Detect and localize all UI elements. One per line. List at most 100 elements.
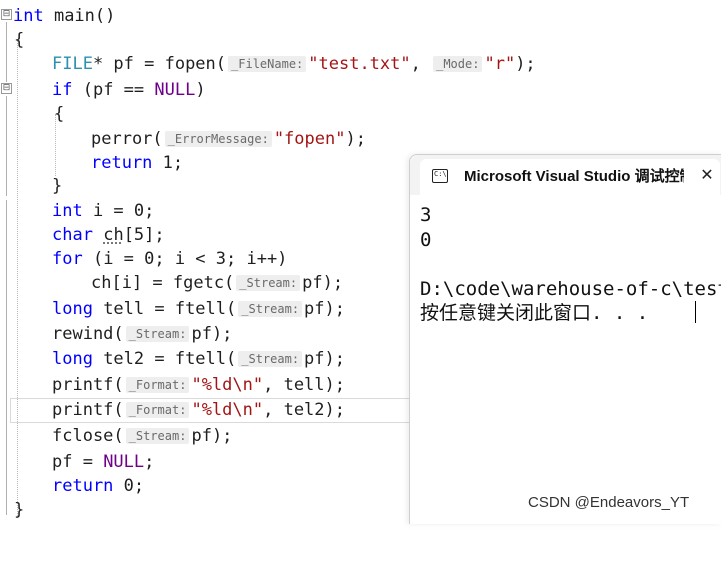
keyword: long (52, 299, 93, 319)
code-text: 1; (152, 153, 184, 173)
terminal-icon: C:\ (432, 169, 448, 183)
code-text: fclose( (52, 426, 124, 446)
code-line[interactable]: rewind(_Stream: pf); (0, 322, 232, 346)
code-text: (pf == (72, 80, 155, 100)
code-text: perror( (91, 129, 163, 149)
console-tab[interactable]: C:\ Microsoft Visual Studio 调试控制台 ✕ (420, 159, 720, 195)
code-text: } (52, 176, 63, 196)
code-line[interactable]: } (0, 174, 62, 198)
code-line[interactable]: if (pf == NULL) (0, 78, 206, 102)
code-text: ch[i] = fgetc( (91, 273, 235, 293)
code-text: ); (515, 54, 536, 74)
code-text: , (410, 54, 432, 74)
code-line[interactable]: for (i = 0; i < 3; i++) (0, 247, 287, 271)
keyword: return (91, 153, 153, 173)
code-text: , tell); (263, 375, 345, 395)
code-text: main() (43, 6, 116, 26)
code-text: printf( (52, 375, 124, 395)
string-literal: "%ld\n" (191, 375, 264, 395)
code-text: pf (304, 349, 325, 369)
parameter-hint: _Format: (125, 402, 190, 418)
code-text: 0; (113, 476, 145, 496)
code-text: } (14, 500, 25, 520)
code-text: printf( (52, 400, 124, 420)
code-text: ); (324, 299, 346, 319)
code-text: pf = (52, 452, 104, 472)
code-text: ch (103, 225, 124, 245)
code-line[interactable]: pf = NULL; (0, 450, 154, 474)
code-text: (i = 0; i < 3; i++) (82, 249, 288, 269)
string-literal: "%ld\n" (191, 400, 264, 420)
code-line[interactable]: } (0, 498, 41, 522)
code-line[interactable]: { (0, 28, 41, 52)
code-text: , tel2); (263, 400, 345, 420)
string-literal: "r" (484, 54, 516, 74)
keyword: long (52, 349, 93, 369)
code-line[interactable]: FILE* pf = fopen(_FileName: "test.txt", _… (0, 52, 536, 76)
console-output-line: 0 (420, 229, 432, 251)
macro-name: NULL (154, 80, 196, 100)
code-line[interactable]: int main() (0, 4, 115, 28)
code-text: tel2 = ftell( (92, 349, 237, 369)
close-icon[interactable]: ✕ (697, 165, 717, 185)
code-line[interactable]: ch[i] = fgetc(_Stream: pf); (0, 271, 343, 295)
watermark: CSDN @Endeavors_YT (528, 494, 690, 511)
parameter-hint: _Stream: (238, 301, 303, 317)
console-output-line: 3 (420, 204, 432, 226)
code-line[interactable]: return 0; (0, 474, 144, 498)
keyword: int (52, 201, 83, 221)
code-text: [5]; (123, 225, 165, 245)
macro-name: NULL (103, 452, 145, 472)
keyword: return (52, 476, 114, 496)
debug-console-window[interactable]: C:\ Microsoft Visual Studio 调试控制台 ✕ 3 0 … (409, 154, 721, 524)
keyword: int (13, 6, 44, 26)
code-text: pf (302, 273, 323, 293)
code-line[interactable]: char ch[5]; (0, 223, 165, 247)
code-text: rewind( (52, 324, 124, 344)
code-text: ); (211, 426, 233, 446)
console-output-line: D:\code\warehouse-of-c\test (420, 278, 721, 300)
code-text: pf (304, 299, 325, 319)
code-text: tell = ftell( (92, 299, 237, 319)
text-cursor (695, 301, 696, 323)
code-line[interactable]: printf(_Format: "%ld\n", tell); (0, 373, 345, 397)
code-line[interactable]: printf(_Format: "%ld\n", tel2); (0, 398, 345, 422)
code-line[interactable]: return 1; (0, 151, 183, 175)
code-line[interactable]: fclose(_Stream: pf); (0, 424, 232, 448)
console-output-line: 按任意键关闭此窗口. . . (420, 302, 649, 324)
code-line[interactable]: perror(_ErrorMessage: "fopen"); (0, 127, 366, 151)
keyword: if (52, 80, 73, 100)
parameter-hint: _Stream: (238, 351, 303, 367)
parameter-hint: _Format: (125, 377, 190, 393)
type-name: FILE (52, 54, 93, 74)
console-tab-title: Microsoft Visual Studio 调试控制台 (464, 168, 684, 185)
code-text: ); (324, 349, 346, 369)
code-text: ); (322, 273, 344, 293)
code-text: { (14, 30, 25, 50)
code-text: ) (195, 80, 206, 100)
code-text: { (54, 104, 65, 124)
code-text: ; (144, 452, 155, 472)
parameter-hint: _ErrorMessage: (164, 131, 272, 147)
code-text: ); (211, 324, 233, 344)
code-text: i = 0; (82, 201, 155, 221)
code-line[interactable]: long tel2 = ftell(_Stream: pf); (0, 347, 345, 371)
code-text: pf (191, 426, 212, 446)
code-text: * pf = fopen( (92, 54, 227, 74)
code-line[interactable]: long tell = ftell(_Stream: pf); (0, 297, 345, 321)
parameter-hint: _Stream: (236, 275, 301, 291)
string-literal: "test.txt" (308, 54, 411, 74)
keyword: char (52, 225, 93, 245)
parameter-hint: _Stream: (125, 428, 190, 444)
parameter-hint: _Mode: (433, 56, 483, 72)
console-tab-bar: C:\ Microsoft Visual Studio 调试控制台 ✕ (410, 155, 721, 195)
string-literal: "fopen" (273, 129, 346, 149)
code-line[interactable]: { (0, 102, 64, 126)
code-line[interactable]: int i = 0; (0, 199, 154, 223)
keyword: for (52, 249, 83, 269)
code-text: pf (191, 324, 212, 344)
parameter-hint: _FileName: (228, 56, 307, 72)
parameter-hint: _Stream: (125, 326, 190, 342)
code-text: ); (345, 129, 366, 149)
